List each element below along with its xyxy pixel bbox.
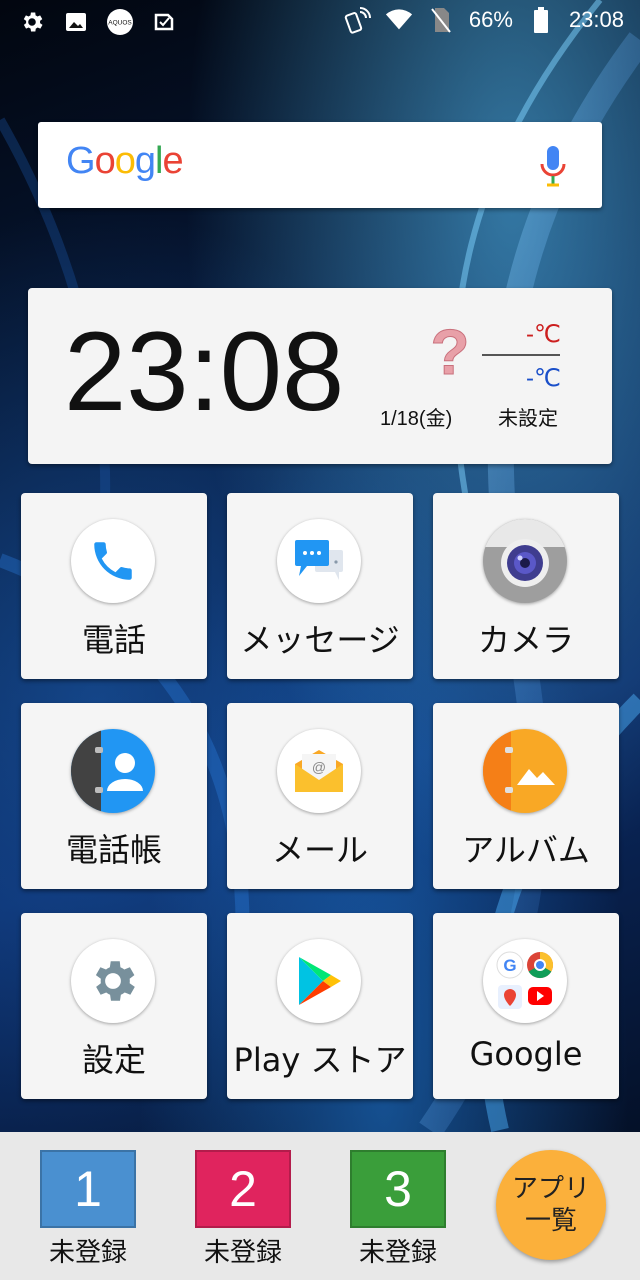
album-icon (483, 729, 567, 813)
message-icon (277, 519, 361, 603)
no-sim-icon (427, 6, 455, 34)
status-time: 23:08 (568, 7, 624, 32)
app-tile-google-folder[interactable]: G Google (433, 913, 619, 1099)
shortcut-number: 3 (350, 1150, 446, 1228)
aquos-icon: AQUOS (106, 8, 134, 36)
all-apps-label-line2: 一覧 (524, 1206, 577, 1236)
google-folder-icon: G (483, 939, 567, 1023)
svg-text:@: @ (312, 759, 326, 775)
app-label: Play ストア (233, 1041, 407, 1079)
shortcut-label: 未登録 (203, 1238, 282, 1268)
wifi-icon (385, 6, 413, 34)
app-label: 設定 (81, 1041, 146, 1079)
weather-unknown-icon: ? (428, 316, 472, 389)
app-label: カメラ (477, 621, 574, 659)
contacts-icon (71, 729, 155, 813)
settings-icon (71, 939, 155, 1023)
app-label: アルバム (462, 831, 590, 869)
phone-icon (71, 519, 155, 603)
play-store-icon (277, 939, 361, 1023)
all-apps-button[interactable]: アプリ 一覧 (496, 1150, 606, 1260)
battery-icon (527, 6, 555, 34)
app-label: 電話帳 (65, 831, 162, 869)
shortcut-2[interactable]: 2 未登録 (195, 1150, 291, 1269)
app-label: Google (469, 1035, 583, 1073)
mail-icon: @ (277, 729, 361, 813)
temp-divider (482, 354, 560, 356)
shortcut-number: 1 (40, 1150, 136, 1228)
gear-icon (18, 8, 46, 36)
app-label: メール (271, 831, 368, 869)
all-apps-label-line1: アプリ (511, 1174, 590, 1204)
mic-icon[interactable] (540, 144, 566, 188)
shortcut-3[interactable]: 3 未登録 (350, 1150, 446, 1269)
screenshot-icon (150, 8, 178, 36)
temp-high: -℃ (526, 321, 561, 348)
battery-percent: 66% (468, 7, 513, 32)
clock-weather-widget[interactable]: 23:08 ? -℃ -℃ 1/18(金) 未設定 (28, 288, 612, 464)
shortcut-number: 2 (195, 1150, 291, 1228)
camera-icon (483, 519, 567, 603)
temp-low: -℃ (526, 365, 561, 392)
app-tile-camera[interactable]: カメラ (433, 493, 619, 679)
status-bar: AQUOS 66% 23:08 (0, 0, 640, 46)
app-tile-mail[interactable]: @ メール (227, 703, 413, 889)
app-tile-album[interactable]: アルバム (433, 703, 619, 889)
shortcut-label: 未登録 (48, 1238, 127, 1268)
app-label: メッセージ (240, 621, 400, 659)
google-search-bar[interactable]: Google (38, 122, 602, 208)
clock-time: 23:08 (64, 309, 345, 434)
app-tile-settings[interactable]: 設定 (21, 913, 207, 1099)
svg-text:AQUOS: AQUOS (108, 20, 132, 27)
app-tile-play-store[interactable]: Play ストア (227, 913, 413, 1099)
google-logo: Google (66, 140, 184, 182)
weather-status: 未設定 (498, 408, 558, 430)
app-tile-message[interactable]: メッセージ (227, 493, 413, 679)
nfc-phone-icon (343, 6, 371, 34)
clock-date: 1/18(金) (380, 408, 453, 430)
app-label: 電話 (81, 621, 146, 659)
app-tile-phone[interactable]: 電話 (21, 493, 207, 679)
app-tile-contacts[interactable]: 電話帳 (21, 703, 207, 889)
shortcut-1[interactable]: 1 未登録 (40, 1150, 136, 1269)
svg-text:G: G (503, 956, 516, 975)
shortcut-label: 未登録 (358, 1238, 437, 1268)
image-icon (62, 8, 90, 36)
svg-text:?: ? (430, 318, 469, 384)
